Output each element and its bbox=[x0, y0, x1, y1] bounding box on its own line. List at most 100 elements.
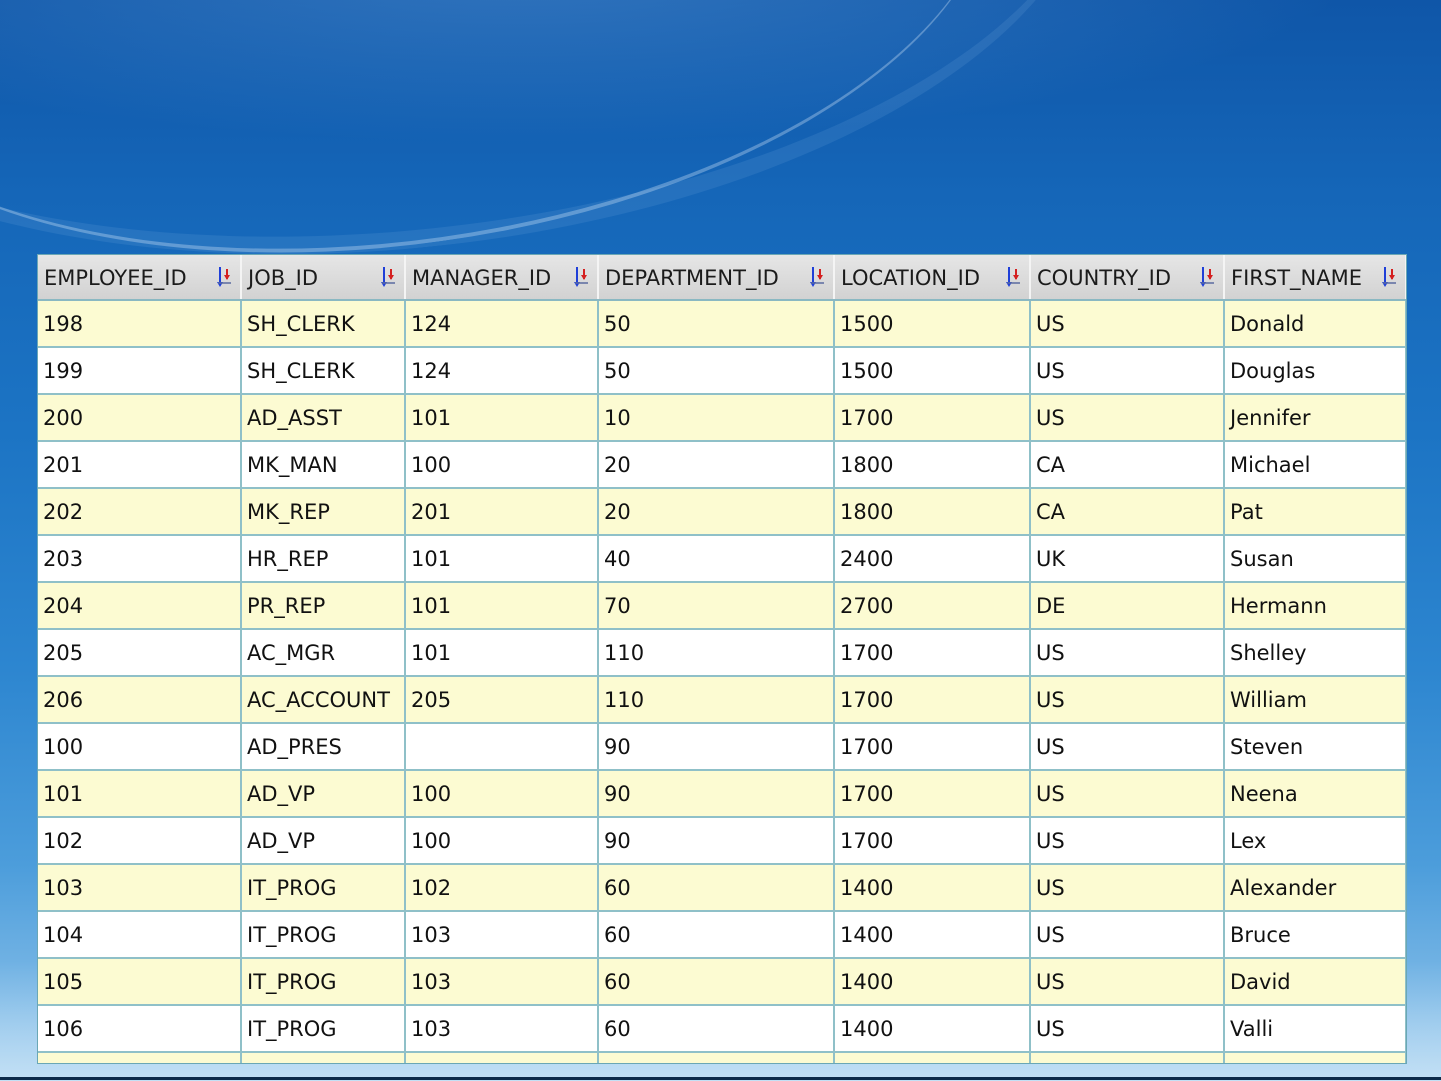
table-row[interactable]: 106 IT_PROG 103 60 1400 US Valli bbox=[38, 1005, 1406, 1053]
table-row[interactable]: 205 AC_MGR 101 110 1700 US Shelley bbox=[38, 629, 1406, 677]
cell-job-id[interactable]: IT_PROG bbox=[241, 864, 406, 912]
cell-country-id[interactable]: US bbox=[1030, 817, 1225, 865]
cell-manager-id[interactable]: 205 bbox=[405, 676, 599, 724]
cell-first-name[interactable]: Steven bbox=[1224, 723, 1406, 771]
cell-manager-id[interactable]: 103 bbox=[405, 1005, 599, 1053]
table-row[interactable]: 101 AD_VP 100 90 1700 US Neena bbox=[38, 770, 1406, 818]
cell-employee-id[interactable]: 206 bbox=[38, 676, 242, 724]
cell-manager-id[interactable]: 201 bbox=[405, 488, 599, 536]
table-row[interactable]: 201 MK_MAN 100 20 1800 CA Michael bbox=[38, 441, 1406, 489]
table-row[interactable]: 104 IT_PROG 103 60 1400 US Bruce bbox=[38, 911, 1406, 959]
column-header-department-id[interactable]: DEPARTMENT_ID bbox=[598, 255, 835, 301]
cell-employee-id[interactable]: 102 bbox=[38, 817, 242, 865]
cell-location-id[interactable]: 1700 bbox=[834, 394, 1031, 442]
cell-department-id[interactable]: 60 bbox=[598, 864, 835, 912]
cell-employee-id[interactable]: 103 bbox=[38, 864, 242, 912]
cell-first-name[interactable]: Valli bbox=[1224, 1005, 1406, 1053]
cell-first-name[interactable]: Alexander bbox=[1224, 864, 1406, 912]
cell-first-name[interactable]: Shelley bbox=[1224, 629, 1406, 677]
cell-employee-id[interactable]: 198 bbox=[38, 300, 242, 348]
cell-country-id[interactable]: US bbox=[1030, 394, 1225, 442]
cell-department-id[interactable]: 50 bbox=[598, 300, 835, 348]
cell-job-id[interactable]: AD_ASST bbox=[241, 394, 406, 442]
cell-first-name[interactable]: Hermann bbox=[1224, 582, 1406, 630]
cell-job-id[interactable]: SH_CLERK bbox=[241, 347, 406, 395]
cell-manager-id[interactable]: 103 bbox=[405, 911, 599, 959]
cell-employee-id[interactable]: 104 bbox=[38, 911, 242, 959]
cell-location-id[interactable]: 2700 bbox=[834, 582, 1031, 630]
cell-department-id[interactable]: 60 bbox=[598, 911, 835, 959]
cell-job-id[interactable]: MK_MAN bbox=[241, 441, 406, 489]
cell-first-name[interactable]: Lex bbox=[1224, 817, 1406, 865]
sort-arrows-icon[interactable] bbox=[1199, 265, 1215, 289]
cell-department-id[interactable]: 40 bbox=[598, 535, 835, 583]
cell-location-id[interactable]: 1400 bbox=[834, 911, 1031, 959]
table-row[interactable]: 199 SH_CLERK 124 50 1500 US Douglas bbox=[38, 347, 1406, 395]
cell-employee-id[interactable]: 201 bbox=[38, 441, 242, 489]
cell-location-id[interactable]: 1400 bbox=[834, 1005, 1031, 1053]
cell-first-name[interactable]: David bbox=[1224, 958, 1406, 1006]
cell-country-id[interactable]: DE bbox=[1030, 582, 1225, 630]
table-row[interactable]: 200 AD_ASST 101 10 1700 US Jennifer bbox=[38, 394, 1406, 442]
cell-first-name[interactable]: Pat bbox=[1224, 488, 1406, 536]
table-row[interactable]: 204 PR_REP 101 70 2700 DE Hermann bbox=[38, 582, 1406, 630]
cell-job-id[interactable]: AD_VP bbox=[241, 817, 406, 865]
cell-manager-id[interactable]: 103 bbox=[405, 958, 599, 1006]
cell-country-id[interactable]: UK bbox=[1030, 535, 1225, 583]
sort-arrows-icon[interactable] bbox=[1381, 265, 1397, 289]
cell-country-id[interactable]: US bbox=[1030, 347, 1225, 395]
cell-location-id[interactable]: 1500 bbox=[834, 300, 1031, 348]
cell-location-id[interactable]: 1800 bbox=[834, 441, 1031, 489]
cell-first-name[interactable]: William bbox=[1224, 676, 1406, 724]
cell-country-id[interactable]: CA bbox=[1030, 441, 1225, 489]
cell-location-id[interactable]: 1700 bbox=[834, 723, 1031, 771]
cell-manager-id[interactable]: 101 bbox=[405, 535, 599, 583]
cell-job-id[interactable]: HR_REP bbox=[241, 535, 406, 583]
cell-location-id[interactable]: 1700 bbox=[834, 629, 1031, 677]
column-header-country-id[interactable]: COUNTRY_ID bbox=[1030, 255, 1225, 301]
cell-first-name[interactable]: Donald bbox=[1224, 300, 1406, 348]
cell-country-id[interactable]: US bbox=[1030, 629, 1225, 677]
cell-location-id[interactable]: 1400 bbox=[834, 958, 1031, 1006]
cell-country-id[interactable]: US bbox=[1030, 911, 1225, 959]
column-header-job-id[interactable]: JOB_ID bbox=[241, 255, 406, 301]
cell-job-id[interactable]: MK_REP bbox=[241, 488, 406, 536]
cell-employee-id[interactable]: 200 bbox=[38, 394, 242, 442]
cell-employee-id[interactable]: 204 bbox=[38, 582, 242, 630]
cell-first-name[interactable]: Michael bbox=[1224, 441, 1406, 489]
cell-employee-id[interactable]: 101 bbox=[38, 770, 242, 818]
cell-job-id[interactable]: AC_ACCOUNT bbox=[241, 676, 406, 724]
cell-department-id[interactable]: 90 bbox=[598, 770, 835, 818]
cell-department-id[interactable]: 10 bbox=[598, 394, 835, 442]
cell-manager-id[interactable]: 124 bbox=[405, 300, 599, 348]
cell-location-id[interactable]: 1700 bbox=[834, 770, 1031, 818]
cell-country-id[interactable]: US bbox=[1030, 300, 1225, 348]
cell-country-id[interactable]: US bbox=[1030, 1005, 1225, 1053]
cell-first-name[interactable]: Neena bbox=[1224, 770, 1406, 818]
cell-manager-id[interactable]: 100 bbox=[405, 817, 599, 865]
cell-employee-id[interactable]: 199 bbox=[38, 347, 242, 395]
table-row[interactable]: 206 AC_ACCOUNT 205 110 1700 US William bbox=[38, 676, 1406, 724]
sort-arrows-icon[interactable] bbox=[216, 265, 232, 289]
cell-first-name[interactable]: Bruce bbox=[1224, 911, 1406, 959]
sort-arrows-icon[interactable] bbox=[380, 265, 396, 289]
cell-location-id[interactable]: 1500 bbox=[834, 347, 1031, 395]
cell-department-id[interactable]: 50 bbox=[598, 347, 835, 395]
table-row[interactable]: 103 IT_PROG 102 60 1400 US Alexander bbox=[38, 864, 1406, 912]
column-header-first-name[interactable]: FIRST_NAME bbox=[1224, 255, 1406, 301]
cell-manager-id[interactable]: 100 bbox=[405, 770, 599, 818]
cell-location-id[interactable]: 1700 bbox=[834, 676, 1031, 724]
cell-employee-id[interactable]: 106 bbox=[38, 1005, 242, 1053]
sort-arrows-icon[interactable] bbox=[573, 265, 589, 289]
cell-department-id[interactable]: 70 bbox=[598, 582, 835, 630]
column-header-manager-id[interactable]: MANAGER_ID bbox=[405, 255, 599, 301]
table-row[interactable]: 100 AD_PRES 90 1700 US Steven bbox=[38, 723, 1406, 771]
cell-department-id[interactable]: 60 bbox=[598, 958, 835, 1006]
cell-employee-id[interactable]: 100 bbox=[38, 723, 242, 771]
cell-job-id[interactable]: IT_PROG bbox=[241, 911, 406, 959]
cell-employee-id[interactable]: 205 bbox=[38, 629, 242, 677]
cell-job-id[interactable]: AD_VP bbox=[241, 770, 406, 818]
cell-first-name[interactable]: Douglas bbox=[1224, 347, 1406, 395]
cell-job-id[interactable]: PR_REP bbox=[241, 582, 406, 630]
cell-job-id[interactable]: SH_CLERK bbox=[241, 300, 406, 348]
